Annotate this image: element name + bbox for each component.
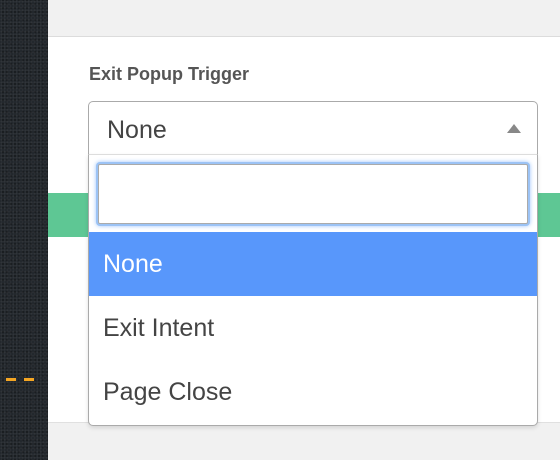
dash-segment (6, 378, 16, 381)
dropdown-search-input[interactable] (98, 164, 528, 224)
option-none[interactable]: None (89, 232, 537, 296)
select-dropdown: None Exit Intent Page Close (88, 154, 538, 426)
select-selected-value: None (107, 116, 167, 144)
option-page-close[interactable]: Page Close (89, 360, 537, 424)
triangle-up-icon (507, 124, 521, 133)
dash-segment (24, 378, 34, 381)
top-bar (48, 0, 560, 37)
exit-popup-trigger-select[interactable]: None (88, 101, 538, 155)
admin-sidebar-strip (0, 0, 48, 460)
dashed-marker (6, 378, 42, 381)
option-exit-intent[interactable]: Exit Intent (89, 296, 537, 360)
field-label: Exit Popup Trigger (89, 64, 250, 84)
panel-footer (48, 422, 560, 460)
dropdown-search-wrap (96, 162, 530, 226)
page-root: Exit Popup Trigger None None Exit Intent… (0, 0, 560, 460)
